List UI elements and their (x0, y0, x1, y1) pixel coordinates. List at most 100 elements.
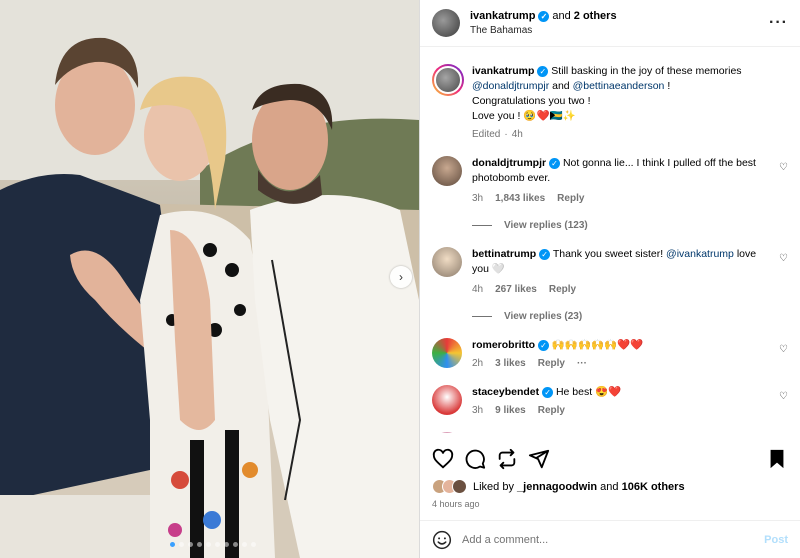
carousel-dot (188, 542, 193, 547)
verified-icon: ✓ (537, 340, 549, 351)
comment-avatar[interactable] (432, 156, 462, 186)
post-header: ivankatrump ✓ and 2 others The Bahamas ·… (420, 0, 800, 47)
comment-avatar[interactable] (432, 247, 462, 277)
caption-time: 4h (511, 129, 523, 140)
more-icon[interactable]: ··· (769, 14, 788, 32)
caption-username[interactable]: ivankatrump (472, 65, 534, 77)
heart-icon[interactable]: ♡ (779, 344, 788, 355)
carousel-dot (224, 542, 229, 547)
caption-avatar (434, 66, 462, 94)
caption-line: Love you ! 🥹❤️🇧🇸✨ (472, 110, 576, 122)
carousel-dot (251, 542, 256, 547)
comment-username[interactable]: romerobritto (472, 339, 535, 351)
post-details-panel: ivankatrump ✓ and 2 others The Bahamas ·… (419, 0, 800, 558)
post-location[interactable]: The Bahamas (470, 25, 769, 36)
view-replies-button[interactable]: View replies (123) (472, 220, 788, 231)
caption-text: ! (667, 80, 671, 92)
comment-likes[interactable]: 267 likes (495, 282, 537, 297)
replies-line (472, 225, 492, 226)
comment: staceybendet ✓ He best 😍❤️ 3h 9 likes Re… (432, 385, 788, 418)
comment-avatar[interactable] (432, 432, 462, 433)
likes-summary: Liked by _jennagoodwin and 106K others (432, 479, 685, 494)
share-icon[interactable] (528, 448, 550, 470)
verified-icon: ✓ (538, 10, 550, 22)
replies-line (472, 316, 492, 317)
repost-icon[interactable] (496, 448, 518, 470)
caption-line: Congratulations you two ! (472, 95, 591, 107)
comment-body: donaldjtrumpjr ✓ Not gonna lie... I thin… (472, 156, 788, 206)
carousel-dots (170, 542, 256, 547)
verified-icon: ✓ (537, 66, 549, 77)
comment-mention[interactable]: @ivankatrump (666, 248, 734, 260)
add-comment-input[interactable] (462, 533, 765, 546)
verified-icon: ✓ (539, 249, 551, 260)
comment-text: He best 😍❤️ (555, 386, 622, 398)
heart-icon[interactable]: ♡ (779, 391, 788, 402)
photo-illustration (0, 0, 419, 558)
caption-text: Still basking in the joy of these memori… (551, 65, 742, 77)
caption-meta: Edited · 4h (472, 127, 766, 142)
comment-time: 3h (472, 193, 484, 204)
heart-icon[interactable]: ♡ (779, 162, 788, 173)
header-text: ivankatrump ✓ and 2 others The Bahamas (470, 10, 769, 36)
comment-more-icon[interactable]: ··· (577, 356, 587, 371)
comment-likes[interactable]: 3 likes (495, 356, 526, 371)
comment-body: bettinatrump ✓ Thank you sweet sister! @… (472, 247, 788, 297)
bookmark-icon[interactable] (766, 448, 788, 470)
comment-body: romerobritto ✓ 🙌🙌🙌🙌🙌❤️❤️ 2h 3 likes Repl… (472, 338, 788, 371)
post-photo[interactable]: › (0, 0, 419, 558)
likes-others[interactable]: 106K others (622, 481, 685, 493)
author-username[interactable]: ivankatrump (470, 10, 535, 22)
comment-likes[interactable]: 9 likes (495, 403, 526, 418)
heart-icon[interactable] (432, 448, 454, 470)
comment-meta: 2h 3 likes Reply ··· (472, 356, 766, 371)
caption-mention[interactable]: @donaldjtrumpjr (472, 80, 549, 92)
post-comment-button[interactable]: Post (764, 534, 788, 546)
next-slide-button[interactable]: › (390, 266, 412, 288)
comment-avatar[interactable] (432, 385, 462, 415)
carousel-dot (233, 542, 238, 547)
carousel-dot (179, 542, 184, 547)
post-timestamp[interactable]: 4 hours ago (432, 499, 480, 509)
likes-and: and (600, 480, 619, 493)
liker-avatar (452, 479, 467, 494)
caption: ivankatrump ✓ Still basking in the joy o… (432, 64, 788, 142)
comment-icon[interactable] (464, 448, 486, 470)
reply-button[interactable]: Reply (549, 282, 576, 297)
comment-time: 2h (472, 358, 484, 369)
comment: bettinatrump ✓ Thank you sweet sister! @… (432, 247, 788, 297)
comment: donaldjtrumpjr ✓ Not gonna lie... I thin… (432, 156, 788, 206)
reply-button[interactable]: Reply (538, 356, 565, 371)
author-avatar[interactable] (432, 9, 460, 37)
reply-button[interactable]: Reply (557, 191, 584, 206)
view-replies-label: View replies (23) (504, 311, 583, 322)
view-replies-button[interactable]: View replies (23) (472, 311, 788, 322)
comment-time: 4h (472, 284, 484, 295)
comment-time: 3h (472, 405, 484, 416)
caption-avatar-ring[interactable] (432, 64, 464, 96)
carousel-dot (206, 542, 211, 547)
emoji-icon[interactable] (432, 530, 452, 550)
comment-text: 🙌🙌🙌🙌🙌❤️❤️ (551, 339, 644, 351)
comment: romerobritto ✓ 🙌🙌🙌🙌🙌❤️❤️ 2h 3 likes Repl… (432, 338, 788, 371)
comment-body: staceybendet ✓ He best 😍❤️ 3h 9 likes Re… (472, 385, 788, 418)
comment-avatar[interactable] (432, 338, 462, 368)
liker-avatars[interactable] (432, 479, 467, 494)
comment-username[interactable]: staceybendet (472, 386, 539, 398)
collab-and: and (552, 10, 571, 22)
liked-by-user[interactable]: _jennagoodwin (517, 481, 597, 493)
comment-username[interactable]: bettinatrump (472, 248, 536, 260)
caption-body: ivankatrump ✓ Still basking in the joy o… (472, 64, 788, 142)
post-modal: › ivankatrump ✓ and 2 others The Bahamas… (0, 0, 800, 558)
collab-others[interactable]: 2 others (574, 10, 617, 22)
carousel-dot (197, 542, 202, 547)
carousel-dot (170, 542, 175, 547)
comments-list[interactable]: ivankatrump ✓ Still basking in the joy o… (420, 47, 800, 433)
caption-edited: Edited (472, 129, 501, 140)
comment-likes[interactable]: 1,843 likes (495, 191, 545, 206)
heart-icon[interactable]: ♡ (779, 253, 788, 264)
comment-username[interactable]: donaldjtrumpjr (472, 157, 546, 169)
caption-dot: · (504, 129, 508, 140)
caption-mention[interactable]: @bettinaeanderson (573, 80, 665, 92)
reply-button[interactable]: Reply (538, 403, 565, 418)
